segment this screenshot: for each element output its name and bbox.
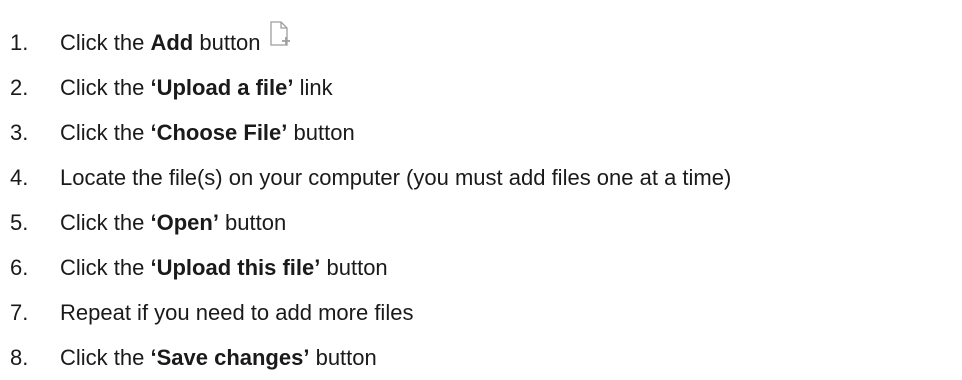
step-text: Click the ‘Upload a file’ link (60, 75, 333, 101)
step-pre-text: Repeat if you need to add more files (60, 299, 414, 325)
step-pre-text: Locate the file(s) on your computer (you… (60, 164, 732, 190)
step-bold-text: ‘Upload a file’ (150, 74, 294, 100)
step-post-text: button (287, 119, 355, 145)
step-post-text: button (218, 209, 287, 235)
step-number: 8. (10, 344, 29, 370)
step-post-text: link (293, 74, 333, 100)
list-item-step-1: 1. Click the Add button (0, 20, 731, 65)
step-bold-text: ‘Upload this file’ (150, 254, 321, 280)
step-bold-text: ‘Choose File’ (150, 119, 288, 145)
list-item-step-5: 5. Click the ‘Open’ button (0, 200, 731, 245)
step-bold-text: ‘Save changes’ (150, 344, 310, 370)
step-number: 4. (10, 164, 29, 190)
step-bold-text: ‘Open’ (150, 209, 219, 235)
step-post-text: button (193, 29, 261, 55)
step-pre-text: Click the (60, 344, 151, 370)
step-pre-text: Click the (60, 74, 151, 100)
step-text: Click the ‘Choose File’ button (60, 120, 355, 146)
step-post-text: button (320, 254, 388, 280)
step-text: Repeat if you need to add more files (60, 300, 413, 326)
step-pre-text: Click the (60, 209, 151, 235)
step-number: 5. (10, 209, 29, 235)
step-bold-text: Add (150, 29, 194, 55)
step-number: 2. (10, 74, 29, 100)
step-text: Click the ‘Save changes’ button (60, 345, 377, 371)
list-item-step-6: 6. Click the ‘Upload this file’ button (0, 245, 731, 290)
list-item-step-3: 3. Click the ‘Choose File’ button (0, 110, 731, 155)
step-number: 3. (10, 119, 29, 145)
list-item-step-8: 8. Click the ‘Save changes’ button (0, 335, 731, 380)
step-text: Locate the file(s) on your computer (you… (60, 165, 731, 191)
step-number: 7. (10, 299, 29, 325)
step-post-text: button (309, 344, 377, 370)
list-item-step-7: 7. Repeat if you need to add more files (0, 290, 731, 335)
list-item-step-2: 2. Click the ‘Upload a file’ link (0, 65, 731, 110)
instruction-list: 1. Click the Add button 2. Click the ‘Up… (0, 20, 731, 380)
step-text: Click the ‘Upload this file’ button (60, 255, 388, 281)
list-item-step-4: 4. Locate the file(s) on your computer (… (0, 155, 731, 200)
step-number: 1. (10, 29, 29, 55)
step-text: Click the ‘Open’ button (60, 210, 286, 236)
step-pre-text: Click the (60, 29, 151, 55)
step-pre-text: Click the (60, 119, 151, 145)
add-file-icon (269, 20, 293, 53)
step-text: Click the Add button (60, 30, 261, 56)
step-pre-text: Click the (60, 254, 151, 280)
step-number: 6. (10, 254, 29, 280)
